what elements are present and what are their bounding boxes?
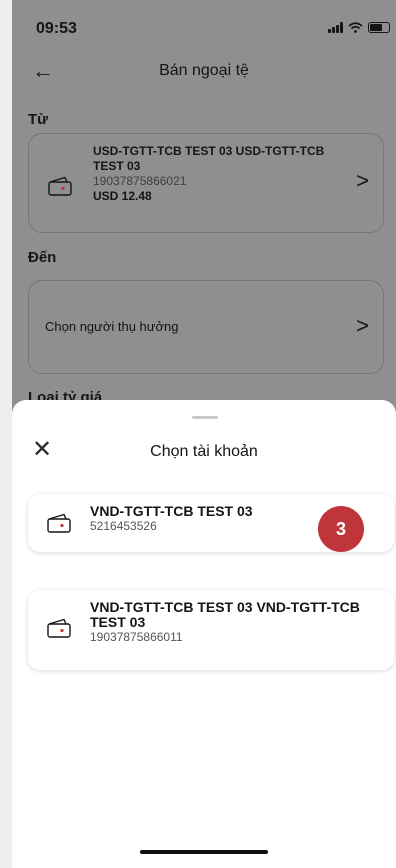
from-label: Từ [28, 111, 49, 128]
step-badge: 3 [318, 506, 364, 552]
wallet-icon [47, 513, 71, 533]
page-title: Bán ngoại tệ [159, 62, 249, 79]
account-option-number: 19037875866011 [90, 630, 183, 644]
battery-icon [368, 22, 390, 33]
signal-icon [328, 22, 343, 33]
beneficiary-placeholder: Chọn người thụ hưởng [45, 319, 179, 334]
source-account-number: 19037875866021 [93, 174, 187, 188]
beneficiary-selector[interactable]: Chọn người thụ hưởng > [28, 280, 384, 374]
account-option-details: VND-TGTT-TCB TEST 03 VND-TGTT-TCB TEST 0… [90, 600, 380, 645]
status-bar: 09:53 [12, 0, 396, 54]
chevron-right-icon: > [356, 168, 369, 193]
wifi-icon [348, 22, 363, 33]
source-account-details: USD-TGTT-TCB TEST 03 USD-TGTT-TCB TEST 0… [93, 144, 333, 204]
header: ← Bán ngoại tệ [12, 54, 396, 90]
status-icons [328, 22, 390, 33]
sheet-title: Chọn tài khoản [150, 443, 258, 460]
account-option-name: VND-TGTT-TCB TEST 03 VND-TGTT-TCB TEST 0… [90, 599, 360, 630]
to-label: Đến [28, 249, 57, 266]
source-account-balance: USD 12.48 [93, 189, 152, 203]
chevron-right-icon: > [356, 313, 369, 338]
wallet-icon [48, 176, 72, 196]
home-indicator[interactable] [140, 850, 268, 854]
source-account-card[interactable]: USD-TGTT-TCB TEST 03 USD-TGTT-TCB TEST 0… [28, 133, 384, 233]
account-option[interactable]: VND-TGTT-TCB TEST 03 VND-TGTT-TCB TEST 0… [28, 590, 394, 670]
sheet-drag-handle[interactable] [192, 416, 218, 419]
wallet-icon [47, 618, 71, 638]
source-account-name: USD-TGTT-TCB TEST 03 USD-TGTT-TCB TEST 0… [93, 144, 325, 173]
account-picker-sheet: ✕ Chọn tài khoản VND-TGTT-TCB TEST 03 52… [12, 400, 396, 868]
status-time: 09:53 [36, 20, 77, 37]
phone-screen: 09:53 ← Bán ngoại tệ Từ USD-TGTT-TCB TES… [12, 0, 396, 868]
